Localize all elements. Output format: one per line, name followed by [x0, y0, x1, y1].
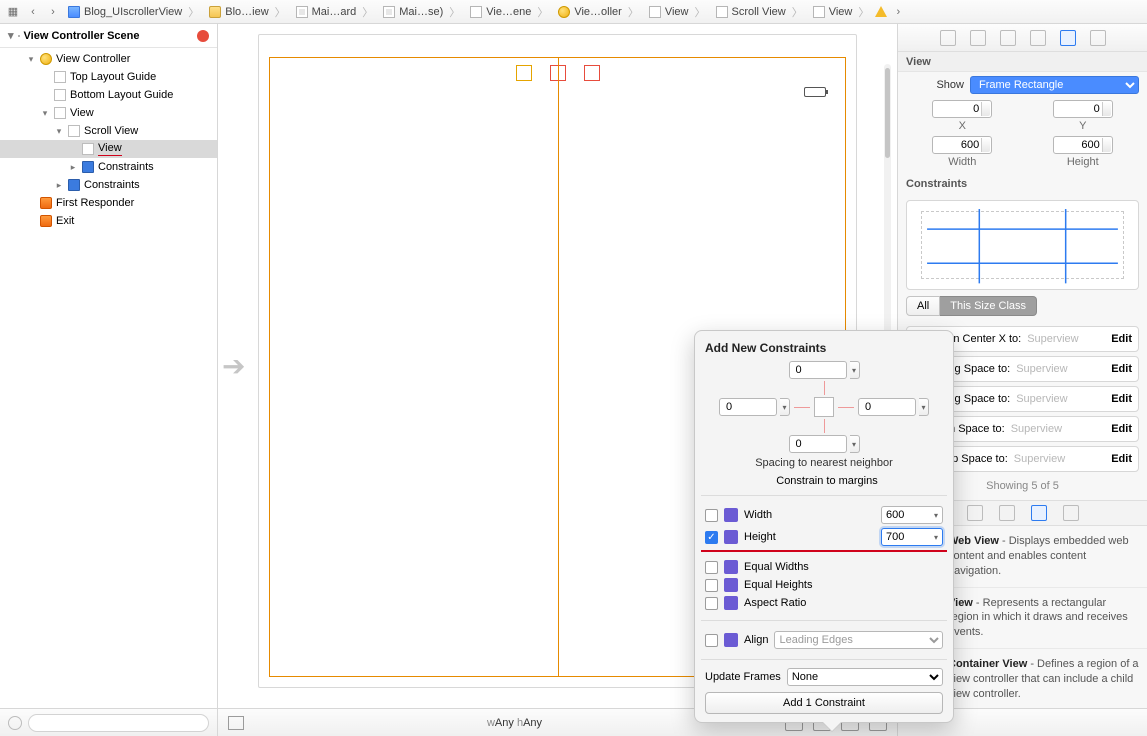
add-constraints-button[interactable]: Add 1 Constraint: [705, 692, 943, 714]
pin-popover: Add New Constraints ▾ ▾ ▾ ▾ Spacing to n…: [694, 330, 954, 723]
constraint-edit[interactable]: Edit: [1111, 393, 1132, 405]
equal-heights-checkbox[interactable]: [705, 579, 718, 592]
pin-left-menu[interactable]: ▾: [780, 398, 790, 416]
breadcrumb-item[interactable]: Blo…iew〉: [205, 4, 289, 20]
pin-top-menu[interactable]: ▾: [850, 361, 860, 379]
quickhelp-inspector-tab[interactable]: [970, 30, 986, 46]
apps-grid-icon[interactable]: ▦: [4, 3, 22, 21]
tree-row[interactable]: Bottom Layout Guide: [0, 86, 217, 104]
annotation-underline: [701, 550, 947, 552]
pin-center-box[interactable]: [814, 397, 834, 417]
tree-row[interactable]: ▾View Controller: [0, 50, 217, 68]
pin-bottom-field[interactable]: [789, 435, 847, 453]
size-class-control[interactable]: wAny hAny: [487, 717, 542, 729]
segue-arrow-icon: ➔: [222, 350, 245, 383]
popover-title: Add New Constraints: [705, 341, 943, 355]
aspect-ratio-icon: [724, 596, 738, 610]
constraint-edit[interactable]: Edit: [1111, 363, 1132, 375]
breadcrumb-item[interactable]: Mai…ard〉: [292, 4, 378, 20]
tree-row[interactable]: ▸Constraints: [0, 158, 217, 176]
width-field[interactable]: [932, 136, 992, 154]
attributes-inspector-tab[interactable]: [1030, 30, 1046, 46]
filter-icon[interactable]: [8, 716, 22, 730]
outline-filter[interactable]: [28, 714, 209, 732]
object-library-tab[interactable]: [1031, 505, 1047, 521]
seg-this-size-class[interactable]: This Size Class: [940, 296, 1037, 316]
equal-widths-checkbox[interactable]: [705, 561, 718, 574]
tree-row[interactable]: Top Layout Guide: [0, 68, 217, 86]
height-field[interactable]: [1053, 136, 1113, 154]
pin-right-menu[interactable]: ▾: [919, 398, 929, 416]
pin-right-field[interactable]: [858, 398, 916, 416]
x-field[interactable]: [932, 100, 992, 118]
width-value[interactable]: 600▾: [881, 506, 943, 524]
y-field[interactable]: [1053, 100, 1113, 118]
breadcrumb-overflow[interactable]: ›: [889, 3, 907, 21]
breadcrumb-item[interactable]: Blog_UIscrollerView〉: [64, 4, 203, 20]
constraints-header: Constraints: [898, 174, 1147, 194]
align-checkbox[interactable]: [705, 634, 718, 647]
constraint-edit[interactable]: Edit: [1111, 453, 1132, 465]
height-value[interactable]: 700▾: [881, 528, 943, 546]
media-library-tab[interactable]: [1063, 505, 1079, 521]
show-label: Show: [906, 79, 964, 91]
align-icon: [724, 633, 738, 647]
file-templates-tab[interactable]: [967, 505, 983, 521]
scene-header[interactable]: ▾View Controller Scene: [0, 24, 217, 48]
back-button[interactable]: ‹: [24, 3, 42, 21]
width-icon: [724, 508, 738, 522]
pin-left-field[interactable]: [719, 398, 777, 416]
breadcrumb-item[interactable]: Scroll View〉: [712, 4, 807, 20]
breadcrumb-item[interactable]: Vie…oller〉: [554, 4, 643, 20]
height-icon: [724, 530, 738, 544]
pin-top-field[interactable]: [789, 361, 847, 379]
outline-tree: ▾View ControllerTop Layout GuideBottom L…: [0, 48, 217, 232]
spacing-note: Spacing to nearest neighbor: [705, 457, 943, 469]
identity-inspector-tab[interactable]: [1000, 30, 1016, 46]
breadcrumb-item[interactable]: Vie…ene〉: [466, 4, 552, 20]
tree-row[interactable]: ▸Constraints: [0, 176, 217, 194]
warning-icon[interactable]: [875, 6, 887, 17]
constraints-diagram: [906, 200, 1139, 290]
inspector-section-view: View: [898, 52, 1147, 72]
breadcrumb-item[interactable]: View〉: [809, 4, 874, 20]
connections-inspector-tab[interactable]: [1090, 30, 1106, 46]
tree-row[interactable]: First Responder: [0, 194, 217, 212]
breadcrumb-item[interactable]: Mai…se)〉: [379, 4, 464, 20]
aspect-ratio-checkbox[interactable]: [705, 597, 718, 610]
tree-row[interactable]: ▾Scroll View: [0, 122, 217, 140]
tree-row[interactable]: Exit: [0, 212, 217, 230]
equal-widths-icon: [724, 560, 738, 574]
align-select[interactable]: Leading Edges: [774, 631, 943, 649]
document-outline-toggle[interactable]: [228, 716, 244, 730]
seg-all[interactable]: All: [906, 296, 940, 316]
breadcrumb-item[interactable]: View〉: [645, 4, 710, 20]
constraint-edit[interactable]: Edit: [1111, 333, 1132, 345]
breadcrumb-bar: ▦ ‹ › Blog_UIscrollerView〉 Blo…iew〉 Mai……: [0, 0, 1147, 24]
size-inspector-tab[interactable]: [1060, 30, 1076, 46]
update-frames-select[interactable]: None: [787, 668, 943, 686]
update-frames-label: Update Frames: [705, 671, 781, 683]
scene-status-icon[interactable]: [197, 30, 209, 42]
size-class-segmented[interactable]: All This Size Class: [906, 296, 1139, 316]
height-checkbox[interactable]: ✓: [705, 531, 718, 544]
file-inspector-tab[interactable]: [940, 30, 956, 46]
code-snippets-tab[interactable]: [999, 505, 1015, 521]
navigator-pane: ▾View Controller Scene ▾View ControllerT…: [0, 24, 218, 708]
forward-button[interactable]: ›: [44, 3, 62, 21]
show-select[interactable]: Frame Rectangle: [970, 76, 1139, 94]
pin-bottom-menu[interactable]: ▾: [850, 435, 860, 453]
constraint-edit[interactable]: Edit: [1111, 423, 1132, 435]
bottom-bar: wAny hAny: [0, 708, 1147, 736]
tree-row[interactable]: ▾View: [0, 104, 217, 122]
width-checkbox[interactable]: [705, 509, 718, 522]
equal-heights-icon: [724, 578, 738, 592]
tree-row[interactable]: View: [0, 140, 217, 158]
inspector-tab-bar: [898, 24, 1147, 52]
